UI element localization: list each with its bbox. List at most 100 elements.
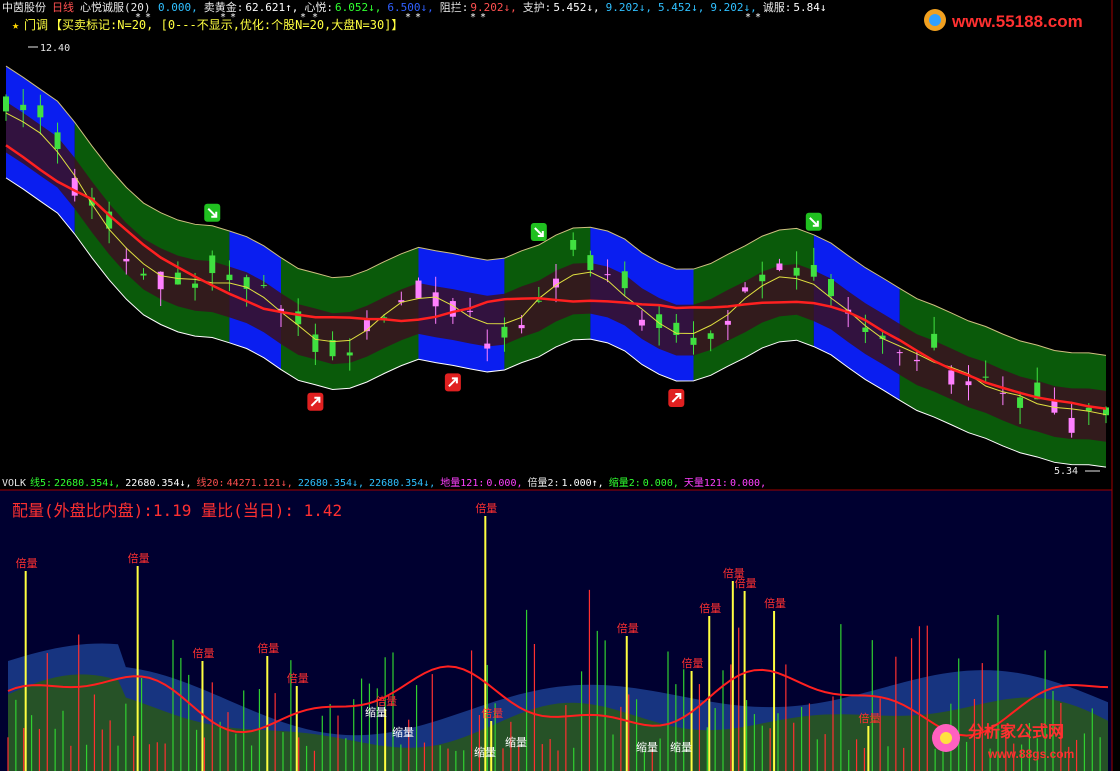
vol-legend-value-1: 22680.354↓, [125, 478, 191, 489]
vol-legend-value-2: 44271.121↓, [227, 478, 293, 489]
vol-legend-value-7: 0.000, [643, 478, 679, 489]
candle-body-62 [1068, 417, 1075, 433]
candle-body-58 [999, 392, 1006, 394]
candle-body-57 [982, 376, 989, 378]
high-price-label: 12.40 [40, 43, 70, 54]
shrink-volume-label-2: 缩量 [474, 746, 496, 759]
asterisk-marker-11: * [755, 12, 761, 23]
subtitle: 【买卖标记:N=20, [0---不显示,优化:个股N=20,大盘N=30]】 [50, 17, 403, 32]
candle-body-34 [587, 255, 594, 271]
volume-info-line: 配量(外盘比内盘):1.19 量比(当日): 1.42 [12, 501, 342, 520]
candle-body-59 [1017, 397, 1024, 408]
vol-legend-value-5: 0.000, [486, 478, 522, 489]
candle-body-2 [37, 105, 44, 118]
param-value-5: 5.452↓, [553, 1, 599, 14]
candle-body-7 [123, 258, 130, 262]
double-volume-label-3: 倍量 [257, 641, 279, 655]
vol-legend-value-8: 0.000, [730, 478, 766, 489]
double-volume-label-6: 倍量 [475, 501, 497, 515]
candle-body-27 [467, 310, 474, 312]
vol-legend-value-0: 22680.354↓, [54, 478, 120, 489]
double-volume-label-4: 倍量 [287, 671, 309, 685]
price-panel[interactable] [3, 46, 1109, 472]
param-value-7: 5.452↓, [658, 1, 704, 14]
vol-legend-label-7: 缩量2: [609, 476, 641, 489]
star-icon: ★ [12, 18, 19, 32]
candle-body-8 [140, 273, 147, 276]
watermark-top: www.55188.com [924, 9, 1083, 31]
vol-legend-value-3: 22680.354↓, [298, 478, 364, 489]
asterisk-marker-9: * [480, 12, 486, 23]
candle-body-1 [20, 104, 27, 111]
candle-body-35 [604, 274, 611, 276]
candle-body-15 [260, 285, 267, 287]
param-value-2: 6.052↓, [335, 1, 381, 14]
double-volume-label-8: 倍量 [617, 621, 639, 635]
param-label-4: 阻拦: [440, 0, 469, 14]
candle-body-3 [54, 132, 61, 149]
candle-body-11 [192, 283, 199, 288]
asterisk-marker-6: * [405, 12, 411, 23]
candle-body-12 [209, 255, 216, 274]
candle-body-54 [931, 333, 938, 348]
candle-body-26 [449, 301, 456, 317]
shrink-volume-label-5: 缩量 [670, 741, 692, 754]
double-volume-label-9: 倍量 [682, 656, 704, 670]
double-volume-label-1: 倍量 [128, 551, 150, 565]
candle-body-30 [518, 325, 525, 329]
candle-body-53 [913, 359, 920, 362]
candle-body-48 [828, 279, 834, 297]
candle-body-33 [570, 240, 577, 250]
low-price-label: 5.34 [1054, 466, 1078, 477]
candle-body-56 [965, 381, 972, 386]
double-volume-label-13: 倍量 [764, 596, 786, 610]
candle-body-36 [621, 271, 628, 289]
watermark-top-text: www.55188.com [951, 12, 1083, 31]
vol-legend-value-6: 1.000↑, [562, 478, 604, 489]
param-label-5: 支护: [523, 0, 552, 14]
candle-body-25 [432, 292, 439, 307]
candle-body-42 [724, 320, 731, 325]
double-volume-label-7: 倍量 [481, 706, 503, 720]
candle-body-55 [948, 370, 955, 385]
candle-body-28 [484, 343, 491, 349]
candle-body-46 [793, 267, 800, 276]
shrink-volume-label-3: 缩量 [505, 736, 527, 749]
candle-body-44 [759, 274, 766, 282]
vol-legend-label-8: 天量121: [684, 477, 728, 489]
watermark-bottom-line1: 分析家公式网 [968, 722, 1064, 741]
period-label: 日线 [52, 0, 74, 14]
candle-body-20 [346, 352, 353, 356]
vol-legend-value-4: 22680.354↓, [369, 478, 435, 489]
double-volume-label-2: 倍量 [192, 646, 214, 660]
double-volume-label-10: 倍量 [699, 601, 721, 615]
candle-body-24 [415, 280, 422, 299]
shrink-volume-label-4: 缩量 [636, 741, 658, 754]
shrink-volume-label-0: 缩量 [365, 706, 387, 719]
param-value-9: 5.84↓ [793, 1, 826, 14]
asterisk-marker-10: * [745, 12, 751, 23]
vol-legend-label-0: 线5: [30, 476, 52, 489]
candle-body-50 [862, 327, 869, 332]
volume-legend: 线5: 22680.354↓, 22680.354↓, 线20: 44271.121↓,… [30, 476, 766, 489]
candle-body-52 [896, 352, 903, 354]
param-value-6: 9.202↓, [606, 1, 652, 14]
shrink-volume-label-1: 缩量 [392, 726, 414, 739]
watermark-bottom-line2: www.88gs.com [987, 747, 1074, 761]
subtitle-prefix: 门调 [24, 17, 48, 32]
logo-inner-icon [929, 14, 941, 26]
vol-legend-label-6: 倍量2: [528, 476, 560, 489]
param-value-0: 0.000, [158, 1, 198, 14]
subtitle-text: 买卖标记:N=20, [0---不显示,优化:个股N=20,大盘N=30] [62, 17, 391, 32]
candle-body-47 [810, 265, 817, 277]
flower-center-icon [940, 732, 952, 744]
double-volume-label-14: 倍量 [858, 711, 880, 725]
chart-canvas: 倍量 倍量倍量 倍量倍量倍量倍量倍量倍量倍量倍量倍量倍量倍量倍量缩量缩量缩量缩量 缩量… [0, 0, 1113, 771]
param-value-1: 62.621↑, [245, 1, 298, 14]
candle-body-45 [776, 263, 783, 270]
candle-body-43 [742, 287, 749, 292]
candle-body-19 [329, 340, 336, 357]
candle-body-29 [501, 326, 508, 338]
double-volume-label-12: 倍量 [735, 576, 757, 590]
candle-body-0 [3, 96, 9, 112]
